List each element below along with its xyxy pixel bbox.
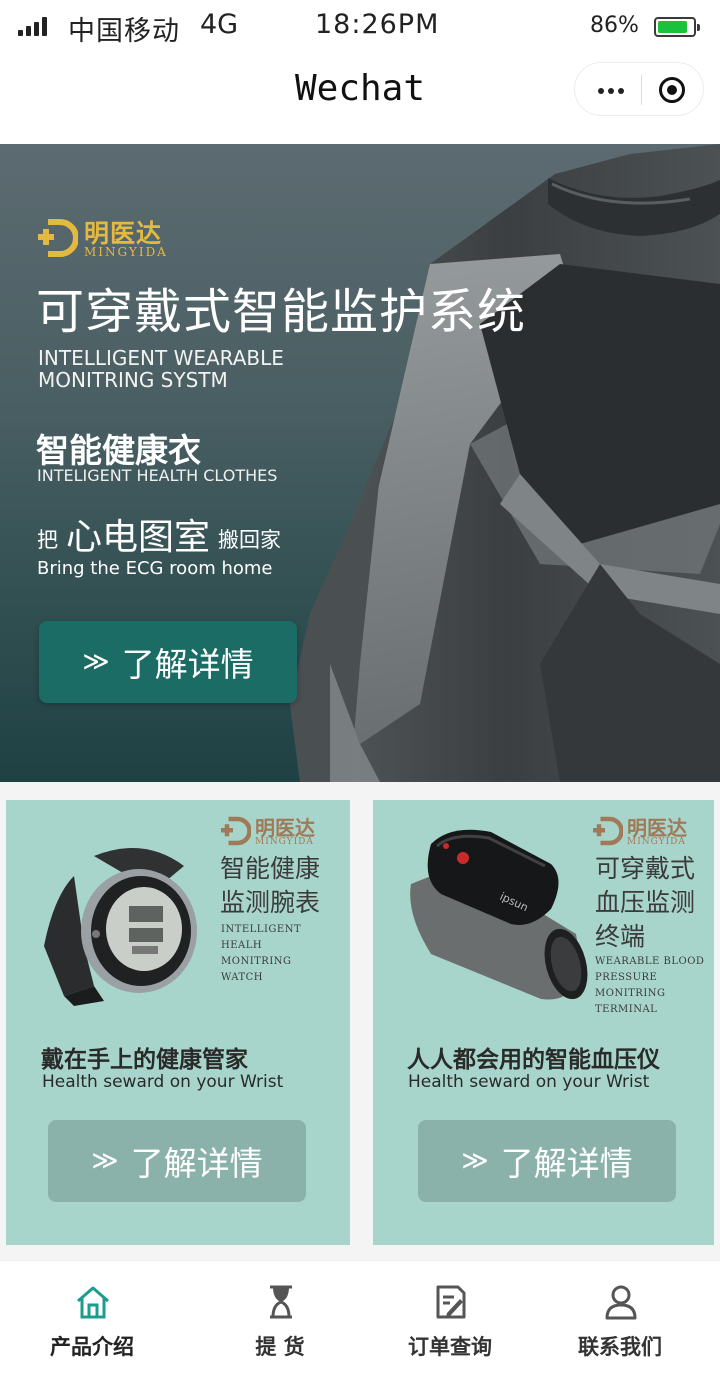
double-chevron-icon: ≫ xyxy=(82,647,110,677)
card-title-line: 智能健康 xyxy=(220,854,321,883)
tab-product-intro[interactable]: 产品介绍 xyxy=(2,1261,182,1380)
card-title-en: WEARABLE BLOOD PRESSURE MONITRING TERMIN… xyxy=(595,954,704,1018)
card-headline: 人人都会用的智能血压仪 xyxy=(407,1047,660,1073)
double-chevron-icon: ≫ xyxy=(461,1146,489,1176)
blood-pressure-monitor-image: ipsun xyxy=(410,829,588,1000)
status-bar: 中国移动 4G 18:26PM 86% xyxy=(0,0,720,54)
slogan-main: 心电图室 xyxy=(66,517,211,558)
tab-contact-us[interactable]: 联系我们 xyxy=(530,1261,710,1380)
signal-icon xyxy=(18,16,48,36)
tab-label: 提 货 xyxy=(255,1335,305,1359)
hero-title: 可穿戴式智能监护系统 xyxy=(36,284,527,340)
hero-banner[interactable]: 明医达 MINGYIDA 可穿戴式智能监护系统 INTELLIGENT WEAR… xyxy=(0,144,720,782)
card-title-en: INTELLIGENT HEALH MONITRING WATCH xyxy=(221,922,301,986)
card-en-line: WATCH xyxy=(221,972,263,983)
card-en-line: HEALH xyxy=(221,940,263,951)
network-type: 4G xyxy=(200,9,239,40)
user-icon xyxy=(605,1285,637,1320)
product-card-watch[interactable]: 明医达 MINGYIDA 智能健康 监测腕表 INTELLIGENT HEALH… xyxy=(6,800,350,1245)
card-en-line: MONITRING xyxy=(221,956,292,967)
mini-program-capsule xyxy=(574,62,704,116)
app-screen: 中国移动 4G 18:26PM 86% Wechat 明医达 MINGYIDA … xyxy=(0,0,720,1380)
product-card-blood-pressure[interactable]: ipsun 明医达 MINGYIDA 可穿戴式 血压监测 终端 WEARABLE… xyxy=(373,800,714,1245)
carrier-name: 中国移动 xyxy=(68,16,180,47)
hero-subtitle-en-2: MONITRING SYSTM xyxy=(38,368,228,392)
card-headline: 戴在手上的健康管家 xyxy=(41,1047,248,1073)
button-label: 了解详情 xyxy=(130,1144,263,1183)
slogan-suffix: 搬回家 xyxy=(218,528,282,552)
tab-label: 产品介绍 xyxy=(50,1335,134,1359)
card-title-line: 血压监测 xyxy=(595,888,696,917)
card-title-line: 可穿戴式 xyxy=(595,854,696,883)
battery-percent: 86% xyxy=(590,13,639,38)
nav-bar: Wechat xyxy=(0,54,720,144)
card-headline-en: Health seward on your Wrist xyxy=(408,1072,650,1092)
double-chevron-icon: ≫ xyxy=(91,1146,119,1176)
edit-document-icon xyxy=(436,1285,466,1319)
button-label: 了解详情 xyxy=(121,645,254,684)
slogan-prefix: 把 xyxy=(37,528,58,552)
tab-order-query[interactable]: 订单查询 xyxy=(360,1261,540,1380)
hero-slogan: 把心电图室 搬回家 xyxy=(37,508,281,560)
hourglass-icon xyxy=(270,1285,292,1319)
card-title: 智能健康 监测腕表 xyxy=(220,852,320,920)
target-close-icon[interactable] xyxy=(659,77,685,103)
card-en-line: MONITRING xyxy=(595,988,666,999)
card-en-line: TERMINAL xyxy=(595,1004,658,1015)
card-en-line: INTELLIGENT xyxy=(221,924,302,935)
card-learn-more-button[interactable]: ≫ 了解详情 xyxy=(48,1120,306,1202)
health-watch-image xyxy=(44,848,197,1006)
mingyida-logo-icon xyxy=(38,219,78,257)
bottom-tab-bar: 产品介绍 提 货 订单查询 联系我们 xyxy=(0,1260,720,1380)
tab-label: 联系我们 xyxy=(578,1335,662,1359)
card-title-line: 监测腕表 xyxy=(220,888,321,917)
mingyida-logo-icon xyxy=(593,816,623,846)
card-learn-more-button[interactable]: ≫ 了解详情 xyxy=(418,1120,676,1202)
hero-product-name-en: INTELIGENT HEALTH CLOTHES xyxy=(37,466,278,485)
card-en-line: PRESSURE xyxy=(595,972,658,983)
tab-pickup[interactable]: 提 货 xyxy=(190,1261,370,1380)
card-en-line: WEARABLE BLOOD xyxy=(595,956,705,967)
tab-label: 订单查询 xyxy=(408,1335,492,1359)
card-title: 可穿戴式 血压监测 终端 xyxy=(595,852,695,954)
mingyida-logo-icon xyxy=(221,816,251,846)
hero-subtitle-en-1: INTELLIGENT WEARABLE xyxy=(38,346,284,370)
capsule-divider xyxy=(641,75,642,105)
card-headline-en: Health seward on your Wrist xyxy=(42,1072,284,1092)
home-icon xyxy=(77,1286,109,1319)
hero-product-name: 智能健康衣 xyxy=(36,431,201,470)
card-title-line: 终端 xyxy=(595,922,646,951)
battery-icon xyxy=(654,17,700,37)
hero-learn-more-button[interactable]: ≫ 了解详情 xyxy=(39,621,297,703)
more-dots-icon[interactable] xyxy=(575,63,641,117)
hero-slogan-en: Bring the ECG room home xyxy=(37,558,273,579)
button-label: 了解详情 xyxy=(500,1144,633,1183)
card-brand-en: MINGYIDA xyxy=(255,837,314,847)
card-brand-en: MINGYIDA xyxy=(627,837,686,847)
clock: 18:26PM xyxy=(315,9,440,40)
brand-name-en: MINGYIDA xyxy=(84,245,168,259)
